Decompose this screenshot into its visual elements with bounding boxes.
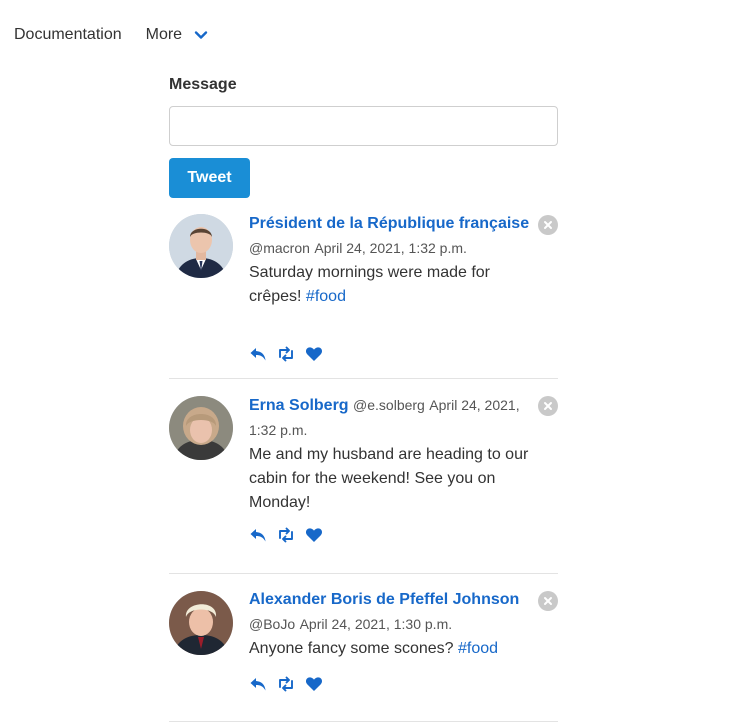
tweet-timestamp: April 24, 2021, 1:30 p.m.: [299, 616, 453, 632]
tweet-feed: Président de la République française @ma…: [169, 212, 558, 722]
avatar[interactable]: [169, 214, 233, 278]
heart-icon[interactable]: [305, 345, 323, 363]
tweet-text-body: Anyone fancy some scones?: [249, 640, 459, 657]
avatar[interactable]: [169, 396, 233, 460]
chevron-down-icon: [194, 28, 208, 42]
tweet-button[interactable]: Tweet: [169, 158, 250, 198]
close-icon: [544, 402, 552, 410]
delete-button[interactable]: [538, 215, 558, 235]
tweet-actions: [249, 345, 333, 363]
author-handle: @e.solberg: [353, 397, 425, 413]
close-icon: [544, 597, 552, 605]
tweet-item: Alexander Boris de Pfeffel Johnson @BoJo…: [169, 588, 558, 722]
reply-icon[interactable]: [249, 345, 267, 363]
compose-form: Message Tweet: [169, 76, 558, 198]
author-handle: @BoJo: [249, 616, 296, 632]
tweet-body: Président de la République française @ma…: [249, 212, 534, 309]
nav-documentation-link[interactable]: Documentation: [14, 26, 122, 44]
reply-icon[interactable]: [249, 526, 267, 544]
tweet-text-body: Me and my husband are heading to our cab…: [249, 446, 529, 511]
retweet-icon[interactable]: [277, 345, 295, 363]
nav-more-label: More: [145, 26, 183, 43]
tweet-text: Me and my husband are heading to our cab…: [249, 443, 534, 515]
author-name[interactable]: Président de la République française: [249, 215, 529, 232]
author-name[interactable]: Alexander Boris de Pfeffel Johnson: [249, 591, 519, 608]
message-input[interactable]: [169, 106, 558, 146]
tweet-body: Alexander Boris de Pfeffel Johnson @BoJo…: [249, 588, 534, 661]
author-handle: @macron: [249, 240, 310, 256]
avatar[interactable]: [169, 591, 233, 655]
tweet-actions: [249, 526, 333, 544]
tweet-actions: [249, 675, 333, 693]
message-label: Message: [169, 76, 237, 93]
author-name[interactable]: Erna Solberg: [249, 397, 349, 414]
top-nav: Documentation More: [14, 26, 208, 44]
nav-more-menu[interactable]: More: [146, 26, 208, 44]
retweet-icon[interactable]: [277, 526, 295, 544]
tweet-timestamp: April 24, 2021, 1:32 p.m.: [314, 240, 467, 256]
tweet-text: Anyone fancy some scones? #food: [249, 637, 534, 661]
heart-icon[interactable]: [305, 675, 323, 693]
tweet-body: Erna Solberg @e.solberg April 24, 2021, …: [249, 393, 534, 515]
close-icon: [544, 221, 552, 229]
hashtag-link[interactable]: #food: [458, 640, 498, 657]
tweet-item: Président de la République française @ma…: [169, 212, 558, 379]
tweet-text: Saturday mornings were made for crêpes! …: [249, 261, 534, 309]
retweet-icon[interactable]: [277, 675, 295, 693]
reply-icon[interactable]: [249, 675, 267, 693]
tweet-item: Erna Solberg @e.solberg April 24, 2021, …: [169, 393, 558, 574]
hashtag-link[interactable]: #food: [306, 288, 346, 305]
tweet-text-body: Saturday mornings were made for crêpes!: [249, 264, 490, 305]
delete-button[interactable]: [538, 591, 558, 611]
heart-icon[interactable]: [305, 526, 323, 544]
delete-button[interactable]: [538, 396, 558, 416]
